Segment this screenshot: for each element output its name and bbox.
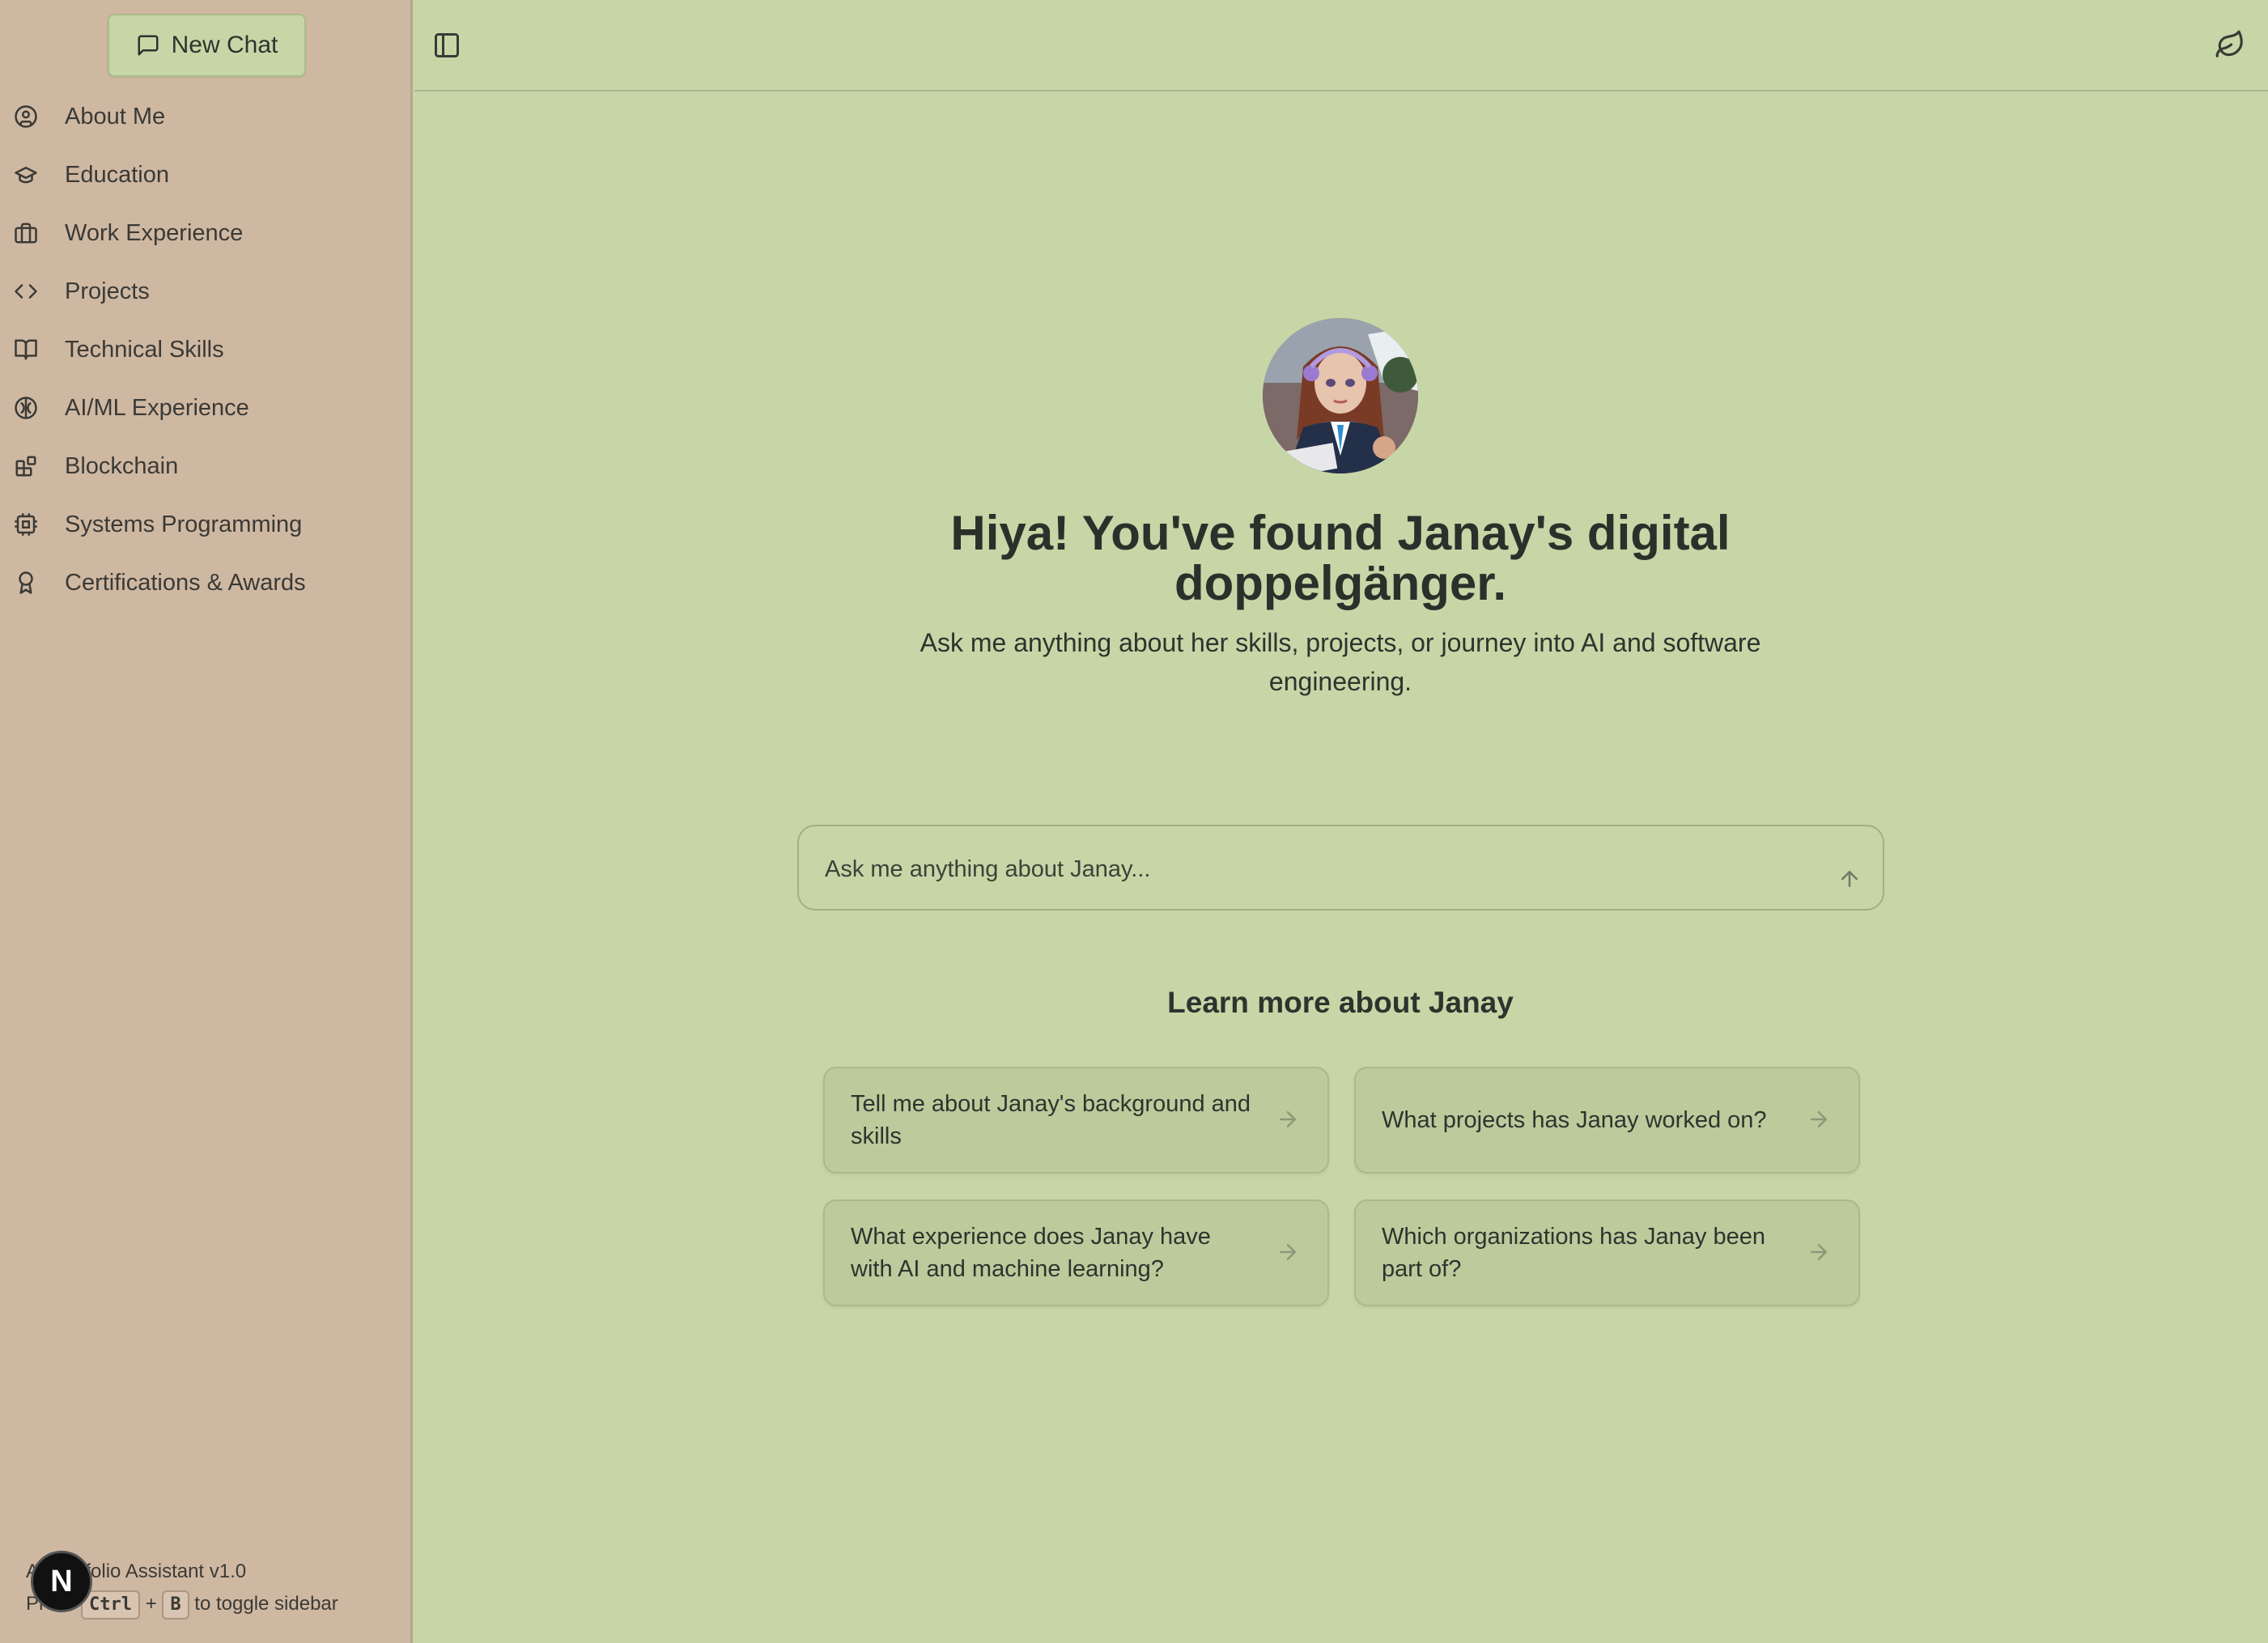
sidebar-item-label: Projects [65, 278, 150, 304]
avatar-portrait [1263, 318, 1418, 473]
sidebar-item-label: Certifications & Awards [65, 569, 306, 596]
sidebar-item-label: About Me [65, 103, 166, 129]
award-icon [13, 570, 39, 596]
sidebar-item-label: Technical Skills [65, 336, 224, 363]
book-open-icon [13, 337, 39, 363]
kbd-ctrl: Ctrl [81, 1590, 141, 1620]
sidebar-item-technical-skills[interactable]: Technical Skills [0, 321, 413, 379]
blocks-icon [13, 453, 39, 479]
sidebar-item-label: Blockchain [65, 452, 179, 479]
page-subline: Ask me anything about her skills, projec… [920, 628, 1761, 696]
suggestion-text: Tell me about Janay's background and ski… [851, 1091, 1251, 1149]
hint-plus: + [145, 1593, 157, 1615]
sidebar-item-education[interactable]: Education [0, 146, 413, 204]
sidebar-item-label: Education [65, 161, 169, 188]
sidebar-item-about-me[interactable]: About Me [0, 87, 413, 146]
send-arrow-up-icon[interactable] [1837, 867, 1862, 891]
code-icon [13, 278, 39, 304]
sidebar-item-label: AI/ML Experience [65, 394, 249, 421]
sidebar-toggle-icon[interactable] [432, 31, 461, 60]
sidebar-item-work-experience[interactable]: Work Experience [0, 204, 413, 262]
kbd-b: B [162, 1590, 189, 1620]
leaf-icon[interactable] [2215, 29, 2245, 60]
learn-more-title: Learn more about Janay [1167, 986, 1514, 1019]
page-headline: Hiya! You've found Janay's digital doppe… [950, 506, 1731, 610]
suggestion-text: What projects has Janay worked on? [1382, 1107, 1767, 1133]
suggestion-text: What experience does Janay have with AI … [851, 1224, 1211, 1282]
top-bar [414, 0, 2268, 91]
message-square-icon [138, 35, 159, 56]
sidebar-item-blockchain[interactable]: Blockchain [0, 437, 413, 495]
suggestion-card-organizations[interactable]: Which organizations has Janay been part … [1354, 1199, 1860, 1306]
new-chat-button[interactable]: New Chat [108, 14, 306, 77]
user-circle-icon [13, 104, 39, 129]
suggestion-card-projects[interactable]: What projects has Janay worked on? [1354, 1067, 1860, 1174]
sidebar-item-ai-ml-experience[interactable]: AI/ML Experience [0, 379, 413, 437]
arrow-right-icon [1280, 1244, 1296, 1260]
arrow-right-icon [1280, 1111, 1296, 1127]
avatar [1263, 318, 1418, 473]
sidebar-item-label: Systems Programming [65, 511, 303, 537]
briefcase-icon [13, 220, 39, 246]
arrow-right-icon [1811, 1111, 1827, 1127]
sidebar-nav: About Me Education Work Experience Proje… [0, 87, 413, 612]
cpu-icon [13, 512, 39, 537]
hint-text: to toggle sidebar [194, 1593, 338, 1615]
chat-input[interactable] [825, 851, 1812, 888]
suggestion-card-background[interactable]: Tell me about Janay's background and ski… [823, 1067, 1329, 1174]
sidebar-item-projects[interactable]: Projects [0, 262, 413, 321]
sidebar-item-systems-programming[interactable]: Systems Programming [0, 495, 413, 554]
nextjs-badge[interactable]: N [31, 1551, 92, 1612]
chat-input-box [797, 825, 1884, 911]
graduation-cap-icon [13, 162, 39, 188]
suggestion-text: Which organizations has Janay been part … [1382, 1224, 1765, 1282]
new-chat-label: New Chat [171, 32, 278, 58]
arrow-right-icon [1811, 1244, 1827, 1260]
suggestion-card-ai-ml[interactable]: What experience does Janay have with AI … [823, 1199, 1329, 1306]
sidebar-item-label: Work Experience [65, 219, 244, 246]
sidebar-item-certifications-awards[interactable]: Certifications & Awards [0, 554, 413, 612]
badge-letter: N [50, 1564, 73, 1598]
sidebar: New Chat About Me Education Work Experie… [0, 0, 413, 1643]
brain-icon [13, 395, 39, 421]
